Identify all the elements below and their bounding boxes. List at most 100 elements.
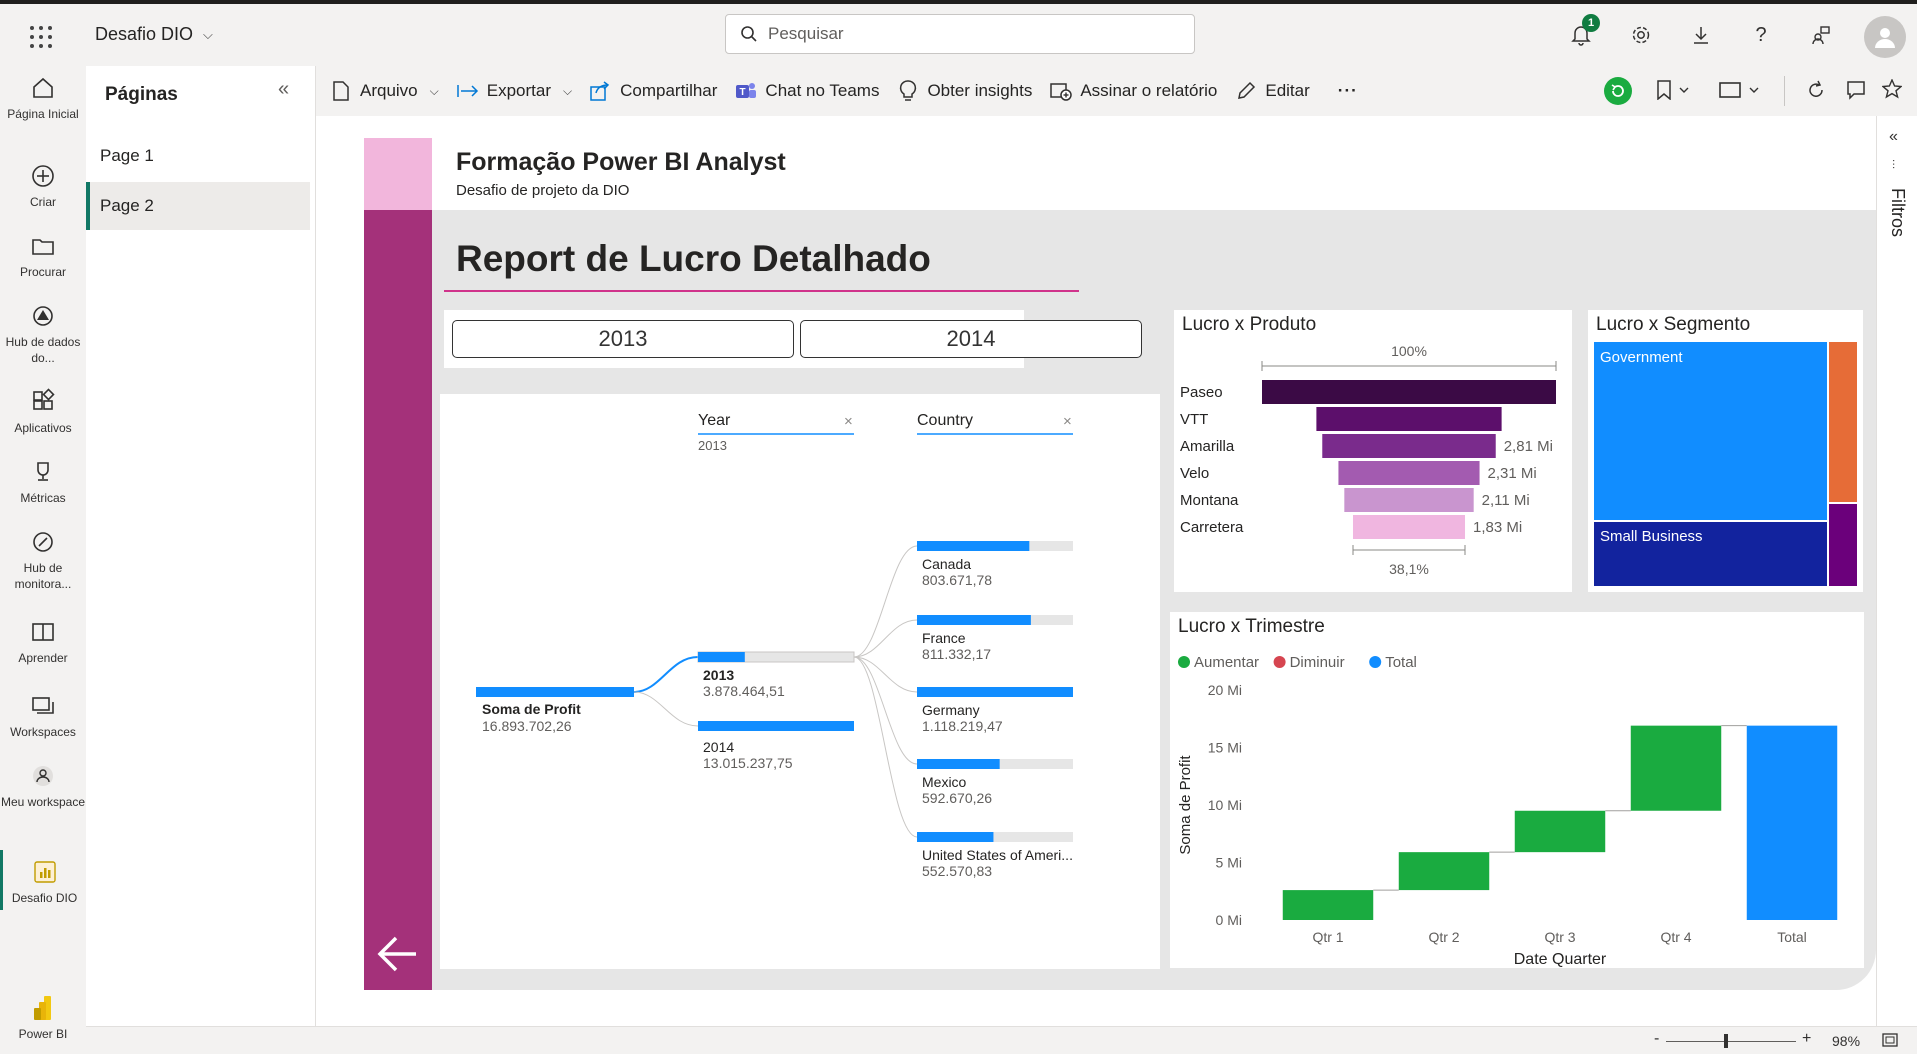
zoom-out-button[interactable]: - <box>1654 1030 1659 1048</box>
more-options-button[interactable]: ··· <box>1338 81 1358 101</box>
year-label: 2014 <box>703 739 734 755</box>
decomp-root-label: Soma de Profit <box>482 701 581 717</box>
year-slicer: 2013 2014 <box>444 310 1142 368</box>
nav-my-workspace[interactable]: Meu workspace <box>0 762 86 810</box>
filters-pane[interactable]: « ⫶ Filtros <box>1876 116 1917 1026</box>
back-button[interactable] <box>372 928 424 980</box>
title-underline <box>444 290 1079 292</box>
file-menu-button[interactable]: Arquivo ⌵ <box>330 80 439 102</box>
country-bar[interactable] <box>917 832 994 842</box>
funnel-category-label: VTT <box>1180 411 1208 428</box>
feedback-button[interactable] <box>1808 22 1834 48</box>
bookmark-button[interactable] <box>1656 80 1692 105</box>
treemap-chart[interactable]: Lucro x Segmento Government Small Busine… <box>1588 310 1863 592</box>
notifications-button[interactable]: 1 <box>1568 14 1600 48</box>
collapse-pages-icon[interactable]: « <box>278 78 289 101</box>
country-bar[interactable] <box>917 615 1031 625</box>
nav-create[interactable]: Criar <box>0 162 86 210</box>
zoom-slider-thumb[interactable] <box>1724 1034 1728 1048</box>
download-button[interactable] <box>1688 22 1714 48</box>
decomposition-tree[interactable]: Year × 2013 Country × Soma de Profit 16.… <box>440 394 1160 969</box>
funnel-bar[interactable] <box>1316 407 1502 431</box>
waterfall-bar[interactable] <box>1398 852 1490 891</box>
teams-icon: T <box>736 83 757 98</box>
decomp-year-sub: 2013 <box>698 438 727 453</box>
settings-button[interactable] <box>1628 22 1654 48</box>
nav-apps[interactable]: Aplicativos <box>0 388 86 436</box>
waterfall-bar[interactable] <box>1746 725 1838 920</box>
waterfall-bar[interactable] <box>1282 890 1374 920</box>
year-bar[interactable] <box>698 721 854 731</box>
funnel-bar[interactable] <box>1322 434 1496 458</box>
app-launcher-icon[interactable] <box>30 26 52 48</box>
funnel-bar[interactable] <box>1352 515 1466 539</box>
country-bar[interactable] <box>917 687 1073 697</box>
zoom-slider-track[interactable] <box>1666 1041 1796 1042</box>
workspace-switcher[interactable]: Desafio DIO ⌵ <box>95 24 213 45</box>
teams-chat-button[interactable]: T Chat no Teams <box>735 80 879 102</box>
expand-filters-icon[interactable]: « <box>1889 128 1898 146</box>
insights-button[interactable]: Obter insights <box>897 80 1032 102</box>
waterfall-bar[interactable] <box>1514 810 1606 853</box>
zoom-in-button[interactable]: + <box>1802 1030 1811 1048</box>
subscribe-button[interactable]: Assinar o relatório <box>1050 80 1217 102</box>
export-menu-button[interactable]: Exportar ⌵ <box>457 80 572 102</box>
edit-button[interactable]: Editar <box>1235 80 1310 102</box>
reset-button[interactable] <box>1604 77 1632 105</box>
nav-label: Desafio DIO <box>11 891 78 905</box>
powerbi-brand[interactable]: Power BI <box>0 994 86 1042</box>
nav-metrics[interactable]: Métricas <box>0 458 86 506</box>
search-input[interactable]: Pesquisar <box>725 14 1195 54</box>
share-button[interactable]: Compartilhar <box>590 80 717 102</box>
decomp-country-header: Country <box>917 412 973 429</box>
waterfall-bar[interactable] <box>1630 725 1722 811</box>
treemap-tile-government[interactable] <box>1594 342 1827 520</box>
remove-year-level-icon[interactable]: × <box>844 413 853 430</box>
nav-data-hub[interactable]: Hub de dados do... <box>0 302 86 366</box>
nav-label: Workspaces <box>10 725 76 739</box>
nav-desafio-dio[interactable]: Desafio DIO <box>0 850 86 910</box>
funnel-bar[interactable] <box>1338 461 1480 485</box>
y-tick-label: 20 Mi <box>1208 682 1242 698</box>
year-bar[interactable] <box>698 652 745 662</box>
waterfall-chart[interactable]: Lucro x Trimestre Aumentar Diminuir Total 0… <box>1170 612 1864 968</box>
funnel-data-label: 2,31 Mi <box>1488 465 1537 482</box>
funnel-bar[interactable] <box>1262 380 1556 404</box>
help-button[interactable]: ? <box>1748 22 1774 48</box>
comment-button[interactable] <box>1846 80 1866 105</box>
x-tick-label: Total <box>1777 929 1807 945</box>
question-icon: ? <box>1755 23 1767 46</box>
apps-icon <box>33 388 55 410</box>
view-button[interactable] <box>1718 80 1762 105</box>
remove-country-level-icon[interactable]: × <box>1063 413 1072 430</box>
country-bar[interactable] <box>917 759 1000 769</box>
page-tab-1[interactable]: Page 1 <box>86 132 310 180</box>
app-header: Desafio DIO ⌵ Pesquisar 1 ? <box>0 4 1917 66</box>
avatar[interactable] <box>1864 16 1906 58</box>
comment-icon <box>1847 81 1865 100</box>
file-icon <box>333 81 349 101</box>
treemap-tile-purple[interactable] <box>1829 504 1857 586</box>
nav-monitoring-hub[interactable]: Hub de monitora... <box>0 528 86 592</box>
nav-home[interactable]: Página Inicial <box>0 74 86 122</box>
decomp-root-bar[interactable] <box>476 687 634 697</box>
favorite-button[interactable] <box>1881 78 1903 104</box>
folder-icon <box>32 239 54 255</box>
slicer-option-2013[interactable]: 2013 <box>452 320 794 358</box>
treemap-tile-orange[interactable] <box>1829 342 1857 502</box>
notification-badge: 1 <box>1582 14 1600 32</box>
nav-label: Hub de monitora... <box>14 561 72 591</box>
country-bar[interactable] <box>917 541 1030 551</box>
toolbar-divider <box>1784 76 1785 106</box>
funnel-bar[interactable] <box>1344 488 1474 512</box>
fit-to-page-button[interactable] <box>1882 1033 1898 1052</box>
funnel-chart[interactable]: Lucro x Produto 100% Paseo VTT Amarilla 2,81… <box>1174 310 1572 592</box>
nav-learn[interactable]: Aprender <box>0 618 86 666</box>
header-accent <box>364 138 432 210</box>
refresh-button[interactable] <box>1806 80 1826 105</box>
nav-workspaces[interactable]: Workspaces <box>0 692 86 740</box>
nav-browse[interactable]: Procurar <box>0 232 86 280</box>
slicer-option-2014[interactable]: 2014 <box>800 320 1142 358</box>
year-label: 2013 <box>703 667 734 683</box>
page-tab-2[interactable]: Page 2 <box>86 182 310 230</box>
